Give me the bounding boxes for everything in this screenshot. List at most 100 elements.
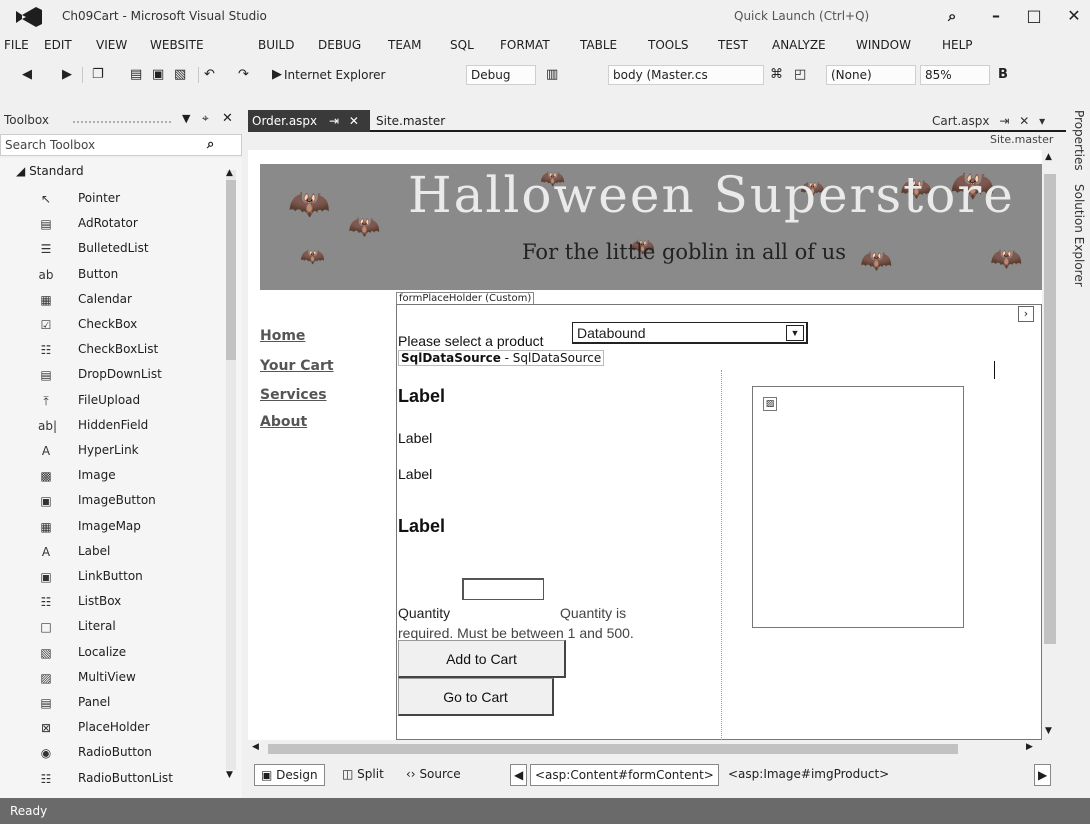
split-view-button[interactable]: ◫ Split [336,764,390,786]
toolbox-item-literal[interactable]: □ Literal [38,616,228,640]
scroll-down-icon[interactable]: ▼ [1045,726,1052,736]
toolbox-item-multiview[interactable]: ▨ MultiView [38,667,228,691]
menu-debug[interactable]: DEBUG [318,38,361,52]
configuration-dropdown[interactable]: Debug [466,65,536,85]
start-debugging-icon[interactable]: ▶ [272,65,282,85]
open-file-icon[interactable]: ▤ [130,65,142,85]
sql-data-source-control[interactable]: SqlDataSource - SqlDataSource [398,350,605,366]
toolbox-item-fileupload[interactable]: ⤒ FileUpload [38,390,228,414]
toolbox-search-input[interactable]: Search Toolbox ⌕ [0,134,242,156]
toolbox-item-radiobutton[interactable]: ◉ RadioButton [38,742,228,766]
menu-tools[interactable]: TOOLS [648,38,689,52]
product-image[interactable]: ▨ [752,386,964,628]
menu-edit[interactable]: EDIT [44,38,72,52]
nav-link-services[interactable]: Services [260,387,327,403]
toolbox-item-imagebutton[interactable]: ▣ ImageButton [38,490,228,514]
browser-dropdown[interactable]: Internet Explorer [284,65,385,85]
close-icon[interactable]: ✕ [349,114,359,128]
nav-link-about[interactable]: About [260,414,307,430]
menu-team[interactable]: TEAM [388,38,421,52]
toolbox-item-hyperlink[interactable]: A HyperLink [38,440,228,464]
search-icon[interactable]: ⌕ [207,137,214,152]
menu-website[interactable]: WEBSITE [150,38,204,52]
undo-icon[interactable]: ↶ [204,65,215,85]
toolbox-scrollbar-thumb[interactable] [226,180,236,360]
scroll-left-icon[interactable]: ◀ [252,742,259,752]
dropdown-icon[interactable]: ▼ [182,112,190,125]
close-icon[interactable]: ✕ [1019,114,1029,128]
tab-overflow-icon[interactable]: ▾ [1039,114,1045,128]
scroll-up-icon[interactable]: ▲ [226,168,233,178]
new-project-icon[interactable]: ❐ [92,65,104,85]
toolbox-item-panel[interactable]: ▤ Panel [38,692,228,716]
bold-button[interactable]: B [998,65,1008,85]
toolbox-item-dropdownlist[interactable]: ▤ DropDownList [38,364,228,388]
target-element-dropdown[interactable]: body (Master.cs [608,65,764,85]
toolbox-item-checkboxlist[interactable]: ☷ CheckBoxList [38,339,228,363]
maximize-button[interactable]: □ [1020,4,1048,28]
toolbox-item-imagemap[interactable]: ▦ ImageMap [38,516,228,540]
toolbox-item-adrotator[interactable]: ▤ AdRotator [38,213,228,237]
quantity-input[interactable] [462,578,544,600]
product-dropdown[interactable]: Databound ▼ [572,322,808,344]
pin-icon[interactable]: ⇥ [329,114,339,128]
source-view-button[interactable]: ‹› Source [400,764,467,786]
menu-build[interactable]: BUILD [258,38,294,52]
go-to-cart-button[interactable]: Go to Cart [398,678,554,716]
toolbox-item-label[interactable]: A Label [38,541,228,565]
breadcrumb-image[interactable]: <asp:Image#imgProduct> [724,764,893,786]
tab-site-master[interactable]: Site.master [372,110,449,132]
toolbox-item-listbox[interactable]: ☷ ListBox [38,591,228,615]
menu-view[interactable]: VIEW [96,38,127,52]
close-icon[interactable]: ✕ [222,111,233,126]
toolbox-item-linkbutton[interactable]: ▣ LinkButton [38,566,228,590]
save-icon[interactable]: ▣ [152,65,164,85]
chevron-down-icon[interactable]: ▼ [786,325,804,341]
menu-format[interactable]: FORMAT [500,38,550,52]
pin-icon[interactable]: ⌖ [202,111,209,126]
breadcrumb-right-icon[interactable]: ▶ [1034,764,1052,786]
close-button[interactable]: ✕ [1060,4,1088,28]
menu-help[interactable]: HELP [942,38,973,52]
redo-icon[interactable]: ↷ [238,65,249,85]
back-icon[interactable]: ◀ [22,65,32,85]
position-icon[interactable]: ◰ [794,65,806,85]
tab-cart-aspx[interactable]: Cart.aspx ⇥ ✕ ▾ [928,110,1049,132]
breadcrumb-left-icon[interactable]: ◀ [510,764,528,786]
toolbox-item-radiobuttonlist[interactable]: ☷ RadioButtonList [38,768,228,792]
minimize-button[interactable]: – [982,4,1010,28]
breadcrumb-content[interactable]: <asp:Content#formContent> [530,764,719,786]
find-icon[interactable]: ▥ [546,65,558,85]
scroll-down-icon[interactable]: ▼ [226,770,233,780]
menu-analyze[interactable]: ANALYZE [772,38,826,52]
forward-icon[interactable]: ▶ [62,65,72,85]
design-horizontal-scrollbar-thumb[interactable] [268,744,958,754]
menu-test[interactable]: TEST [718,38,748,52]
toolbox-item-calendar[interactable]: ▦ Calendar [38,289,228,313]
toolbox-item-placeholder[interactable]: ⊠ PlaceHolder [38,717,228,741]
smart-tag-icon[interactable]: › [1018,306,1034,322]
menu-file[interactable]: FILE [4,38,29,52]
pin-icon[interactable]: ⇥ [999,114,1009,128]
tab-properties[interactable]: Properties [1072,110,1086,171]
toolbox-item-checkbox[interactable]: ☑ CheckBox [38,314,228,338]
add-to-cart-button[interactable]: Add to Cart [398,640,566,678]
save-all-icon[interactable]: ▧ [174,65,186,85]
zoom-dropdown[interactable]: 85% [920,65,990,85]
design-vertical-scrollbar-thumb[interactable] [1044,174,1056,644]
visual-aids-icon[interactable]: ⌘ [770,65,783,85]
toolbox-item-bulletedlist[interactable]: ☰ BulletedList [38,238,228,262]
tab-solution-explorer[interactable]: Solution Explorer [1072,184,1086,287]
design-surface[interactable]: 🦇 🦇 🦇 🦇 🦇 🦇 🦇 🦇 🦇 🦇 Halloween Superstore… [248,150,1042,740]
menu-table[interactable]: TABLE [580,38,617,52]
toolbox-drag-handle[interactable] [72,120,172,124]
toolbox-item-localize[interactable]: ▧ Localize [38,642,228,666]
tab-order-aspx[interactable]: Order.aspx ⇥ ✕ [248,110,370,132]
toolbox-item-hiddenfield[interactable]: ab| HiddenField [38,415,228,439]
toolbox-item-pointer[interactable]: ↖ Pointer [38,188,228,212]
scroll-right-icon[interactable]: ▶ [1026,742,1033,752]
scroll-up-icon[interactable]: ▲ [1045,152,1052,162]
design-view-button[interactable]: ▣ Design [254,764,325,786]
menu-sql[interactable]: SQL [450,38,474,52]
search-icon[interactable]: ⌕ [948,7,956,25]
